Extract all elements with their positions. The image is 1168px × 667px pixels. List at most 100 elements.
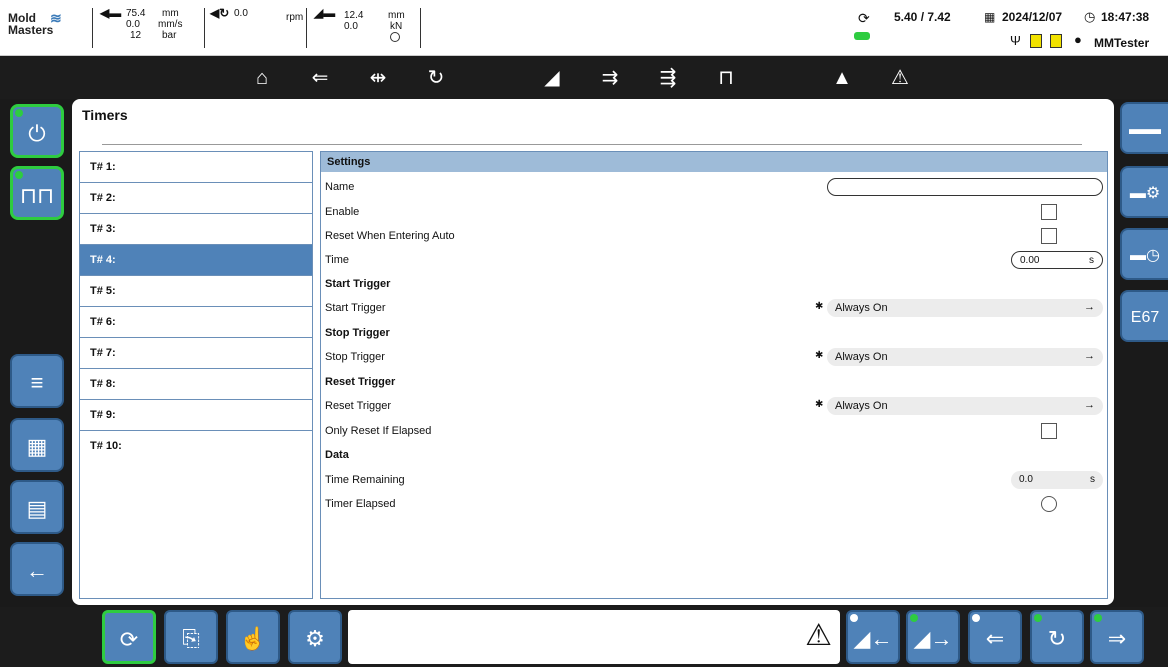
status-dot [910, 614, 918, 622]
data-heading: Data [325, 449, 349, 461]
machine-timer-button[interactable]: ▬◷ [1120, 228, 1168, 280]
timer-item-4[interactable]: T# 4: [80, 245, 312, 276]
user-icon: ● [1074, 32, 1082, 47]
setup-button[interactable]: ⚙ [288, 610, 342, 664]
auto-cycle-button[interactable]: ⟳ [102, 610, 156, 664]
timer-item-8[interactable]: T# 8: [80, 369, 312, 400]
timer-item-10[interactable]: T# 10: [80, 431, 312, 462]
clamp-gauge: ◢▬ 12.4 0.0 mm kN [314, 7, 414, 48]
top-status-bar: Mold Masters ≋ ◀▬ 75.4 0.0 12 mm mm/s ba… [0, 0, 1168, 56]
e67-button[interactable]: E67 [1120, 290, 1168, 342]
timer-item-1[interactable]: T# 1: [80, 152, 312, 183]
mold-close-button[interactable]: ◢→ [906, 610, 960, 664]
mold-close-icon: ◢→ [913, 626, 953, 651]
back-button[interactable]: ← [10, 542, 64, 596]
timer-item-9[interactable]: T# 9: [80, 400, 312, 431]
start-trigger-heading: Start Trigger [325, 278, 391, 290]
calculator-icon: ▦ [26, 434, 48, 459]
time-remaining-label: Time Remaining [325, 474, 405, 486]
reset-auto-checkbox[interactable] [1041, 228, 1057, 244]
injection-back-icon: ⇐ [985, 626, 1005, 651]
username: MMTester [1094, 36, 1150, 50]
divider [204, 8, 205, 48]
machine-button[interactable]: ▬▬ [1120, 102, 1168, 154]
alarm-acknowledge-icon[interactable]: ⚠ [805, 618, 832, 653]
cycle-icon: ⟳ [858, 10, 870, 26]
semi-auto-icon: ⎘ [182, 626, 200, 651]
storage-icon [1050, 34, 1062, 48]
time-remaining-row: Time Remaining 0.0 s [321, 469, 1107, 493]
screw-rotate-icon: ↻ [1047, 626, 1067, 651]
name-input[interactable] [827, 178, 1103, 196]
gear-icon: ⚙ [305, 626, 325, 651]
settings-panel: Settings Name Enable Reset When Entering… [320, 151, 1108, 599]
menu-button[interactable]: ≡ [10, 354, 64, 408]
chart-icon[interactable]: ▲ [824, 63, 860, 93]
start-trigger-select[interactable]: ✱ Always On → [815, 299, 1103, 317]
machine-settings-button[interactable]: ▬⚙ [1120, 166, 1168, 218]
clamp-status-indicator [390, 32, 400, 42]
document-icon: ▤ [26, 496, 48, 521]
plasticize-icon[interactable]: ↻ [418, 63, 454, 93]
stop-trigger-heading: Stop Trigger [325, 327, 390, 339]
screw-rotate-icon: ◀↻ [210, 6, 230, 20]
time-row: Time 0.00 s [321, 249, 1107, 273]
home-icon[interactable]: ⌂ [244, 63, 280, 93]
timer-item-2[interactable]: T# 2: [80, 183, 312, 214]
only-reset-checkbox[interactable] [1041, 423, 1057, 439]
timer-item-6[interactable]: T# 6: [80, 307, 312, 338]
power-icon: ⏻ [28, 121, 46, 146]
hold-icon[interactable]: ⇹ [360, 63, 396, 93]
dropdown-arrow-icon: → [1084, 399, 1095, 411]
stop-trigger-select[interactable]: ✱ Always On → [815, 348, 1103, 366]
status-dot [15, 171, 23, 179]
plasticize-button[interactable]: ↻ [1030, 610, 1084, 664]
message-area: ⚠ [348, 610, 840, 664]
mold-close-icon[interactable]: ◢ [534, 63, 570, 93]
sd-card-icon [1030, 34, 1042, 48]
reset-trigger-select[interactable]: ✱ Always On → [815, 397, 1103, 415]
touch-icon: ☝ [239, 626, 267, 651]
time-label: Time [325, 254, 350, 266]
only-reset-row: Only Reset If Elapsed [321, 420, 1107, 444]
status-dot [15, 109, 23, 117]
core-icon[interactable]: ⇶ [650, 63, 686, 93]
timer-elapsed-row: Timer Elapsed [321, 493, 1107, 517]
injection-status-icon [854, 32, 870, 40]
date-display: 2024/12/07 [1002, 10, 1063, 24]
enable-checkbox[interactable] [1041, 204, 1057, 220]
heating-icon[interactable]: ⊓ [708, 63, 744, 93]
timer-list: T# 1: T# 2: T# 3: T# 4: T# 5: T# 6: T# 7… [79, 151, 313, 599]
document-button[interactable]: ▤ [10, 480, 64, 534]
data-section: Data [321, 444, 1107, 468]
injection-icon[interactable]: ⇐ [302, 63, 338, 93]
back-arrow-icon: ← [26, 558, 48, 583]
timer-item-7[interactable]: T# 7: [80, 338, 312, 369]
usb-icon: Ψ [1010, 33, 1021, 48]
injection-back-button[interactable]: ⇐ [968, 610, 1022, 664]
logo-waves-icon: ≋ [50, 10, 62, 26]
timer-item-3[interactable]: T# 3: [80, 214, 312, 245]
injection-forward-button[interactable]: ⇒ [1090, 610, 1144, 664]
page-title: Timers [82, 107, 128, 123]
warning-icon[interactable]: ⚠ [882, 63, 918, 93]
machine-timer-icon: ▬◷ [1130, 247, 1160, 264]
power-module-button[interactable]: ⏻ [10, 104, 64, 158]
machine-icon: ▬▬ [1129, 121, 1161, 138]
calculator-button[interactable]: ▦ [10, 418, 64, 472]
status-dot [1094, 614, 1102, 622]
ejector-icon[interactable]: ⇉ [592, 63, 628, 93]
bottom-bar: ⟳ ⎘ ☝ ⚙ ⚠ ◢← ◢→ ⇐ ↻ ⇒ [0, 607, 1168, 667]
flag-icon: ✱ [815, 301, 824, 312]
timer-item-5[interactable]: T# 5: [80, 276, 312, 307]
flag-icon: ✱ [815, 350, 824, 361]
clock-icon: ◷ [1084, 9, 1096, 24]
time-input[interactable]: 0.00 s [1011, 251, 1103, 269]
mold-open-button[interactable]: ◢← [846, 610, 900, 664]
start-trigger-row: Start Trigger ✱ Always On → [321, 297, 1107, 321]
semi-auto-button[interactable]: ⎘ [164, 610, 218, 664]
status-dot [1034, 614, 1042, 622]
heating-module-button[interactable]: ⊓⊓ [10, 166, 64, 220]
cycle-time: 5.40 / 7.42 [894, 10, 951, 24]
manual-button[interactable]: ☝ [226, 610, 280, 664]
